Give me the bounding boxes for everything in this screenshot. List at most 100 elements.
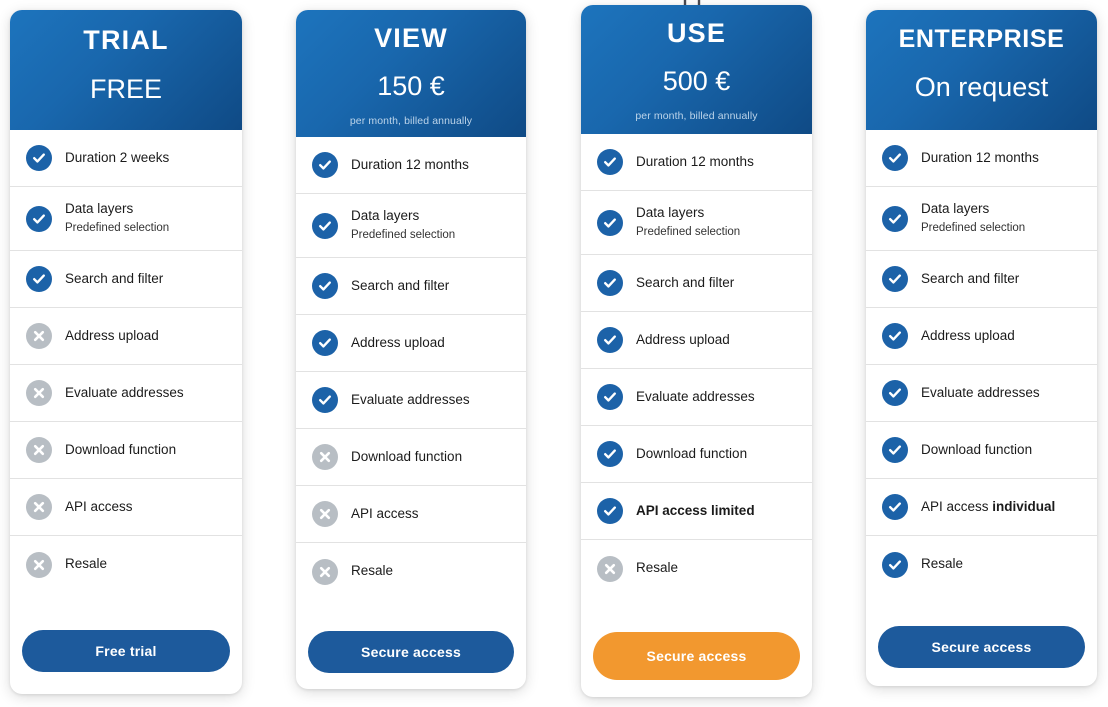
- feature-label: Data layers: [65, 201, 134, 217]
- feature-label: Resale: [351, 563, 394, 579]
- feature-text: Resale: [351, 563, 393, 580]
- feature-label: Search and filter: [636, 274, 735, 290]
- feature-text: API access individual: [921, 499, 1055, 516]
- feature-text: Resale: [65, 556, 107, 573]
- plan-billing-note: per month, billed annually: [635, 110, 758, 123]
- feature-sublabel: Predefined selection: [65, 222, 170, 235]
- feature-text: Address upload: [636, 332, 730, 349]
- feature-text: Resale: [636, 560, 678, 577]
- feature-sublabel: Predefined selection: [351, 229, 456, 242]
- feature-row: Duration 12 months: [581, 134, 812, 191]
- feature-label: Duration 12 months: [636, 153, 754, 169]
- feature-text: Evaluate addresses: [65, 385, 184, 402]
- feature-text: Download function: [65, 442, 176, 459]
- feature-text: Data layers Predefined selection: [351, 208, 455, 242]
- plan-billing-note: per month, billed annually: [349, 115, 473, 128]
- feature-label: API access: [351, 505, 419, 521]
- check-circle-icon: [597, 149, 623, 175]
- feature-row: Address upload: [866, 308, 1097, 365]
- pricing-card-use: USE 500 € per month, billed annually Durati…: [581, 5, 812, 697]
- feature-label: Address upload: [351, 334, 445, 350]
- cta-button-trial[interactable]: Free trial: [22, 629, 230, 672]
- feature-row: Resale: [866, 536, 1097, 593]
- feature-row: Search and filter: [866, 251, 1097, 308]
- card-header-enterprise: ENTERPRISE On request: [866, 10, 1097, 130]
- feature-label: Address upload: [636, 331, 730, 347]
- feature-label: Address upload: [921, 327, 1015, 343]
- feature-list: Duration 12 months Data layers Predefined …: [581, 134, 812, 615]
- feature-label: Address upload: [65, 327, 159, 343]
- feature-text: Data layers Predefined selection: [65, 201, 169, 235]
- feature-text: Address upload: [921, 328, 1015, 345]
- feature-row: Resale: [581, 540, 812, 597]
- cross-circle-icon: [597, 555, 623, 582]
- plan-price: On request: [914, 71, 1049, 102]
- feature-label: Download function: [636, 445, 748, 461]
- cta-zone: Secure access: [296, 617, 526, 690]
- check-circle-icon: [882, 266, 908, 292]
- check-circle-icon: [597, 498, 623, 524]
- cross-circle-icon: [26, 380, 52, 406]
- plan-price: FREE: [89, 73, 162, 104]
- check-circle-icon: [312, 152, 338, 178]
- feature-text: Evaluate addresses: [351, 392, 470, 409]
- feature-row: Data layers Predefined selection: [10, 187, 242, 251]
- plan-price: 500 €: [662, 65, 731, 96]
- check-circle-icon: [597, 270, 623, 296]
- pricing-table: TRIAL FREE Duration 2 weeks Data layers Pred…: [0, 0, 1108, 707]
- check-circle-icon: [597, 327, 623, 353]
- cta-button-view[interactable]: Secure access: [308, 630, 514, 673]
- feature-label: Duration 2 weeks: [65, 149, 170, 165]
- feature-row: Data layers Predefined selection: [866, 187, 1097, 251]
- check-circle-icon: [882, 323, 908, 349]
- pricing-card-enterprise: ENTERPRISE On request Duration 12 months Da…: [866, 10, 1097, 686]
- feature-label: Search and filter: [921, 270, 1020, 286]
- cross-circle-icon: [312, 444, 338, 470]
- feature-label: Data layers: [921, 201, 990, 217]
- feature-row: Duration 2 weeks: [10, 130, 242, 187]
- feature-text: API access limited: [636, 503, 755, 520]
- cross-circle-icon: [26, 437, 52, 463]
- feature-row: Evaluate addresses: [296, 372, 526, 429]
- pricing-card-view: VIEW 150 € per month, billed annually Durat…: [296, 10, 526, 689]
- feature-row: Address upload: [10, 308, 242, 365]
- cross-circle-icon: [26, 551, 52, 578]
- feature-label: Download function: [351, 448, 463, 464]
- feature-row: Evaluate addresses: [581, 369, 812, 426]
- feature-row: Download function: [581, 426, 812, 483]
- feature-label: Data layers: [351, 208, 420, 224]
- feature-label: Evaluate addresses: [351, 391, 470, 407]
- plan-name: ENTERPRISE: [898, 25, 1065, 53]
- check-circle-icon: [597, 209, 623, 236]
- feature-row: API access: [10, 479, 242, 536]
- feature-row: API access limited: [581, 483, 812, 540]
- feature-row: Address upload: [581, 312, 812, 369]
- feature-label: Download function: [921, 441, 1033, 457]
- feature-row: API access: [296, 486, 526, 543]
- feature-label: Duration 12 months: [921, 149, 1039, 165]
- feature-sublabel: Predefined selection: [921, 222, 1026, 235]
- feature-text: Duration 2 weeks: [65, 150, 169, 167]
- feature-text: Address upload: [351, 335, 445, 352]
- feature-label: Duration 12 months: [351, 156, 469, 172]
- feature-row: Search and filter: [581, 255, 812, 312]
- check-circle-icon: [26, 145, 52, 171]
- feature-label: API access individual: [921, 498, 1056, 514]
- feature-text: Resale: [921, 556, 963, 573]
- cta-button-use[interactable]: Secure access: [593, 631, 800, 680]
- cta-button-enterprise[interactable]: Secure access: [878, 625, 1085, 668]
- feature-text: Search and filter: [351, 278, 449, 295]
- check-circle-icon: [882, 205, 908, 232]
- check-circle-icon: [882, 551, 908, 578]
- cta-zone: Free trial: [10, 616, 242, 695]
- feature-sublabel: Predefined selection: [636, 226, 741, 239]
- plan-name: VIEW: [374, 23, 448, 53]
- feature-text: Download function: [636, 446, 747, 463]
- feature-label: Resale: [921, 556, 964, 572]
- cross-circle-icon: [312, 501, 338, 527]
- feature-text: Data layers Predefined selection: [921, 201, 1025, 235]
- feature-text: Search and filter: [65, 271, 163, 288]
- feature-row: Download function: [10, 422, 242, 479]
- plan-price: 150 €: [377, 70, 445, 101]
- feature-list: Duration 12 months Data layers Predefined …: [866, 130, 1097, 612]
